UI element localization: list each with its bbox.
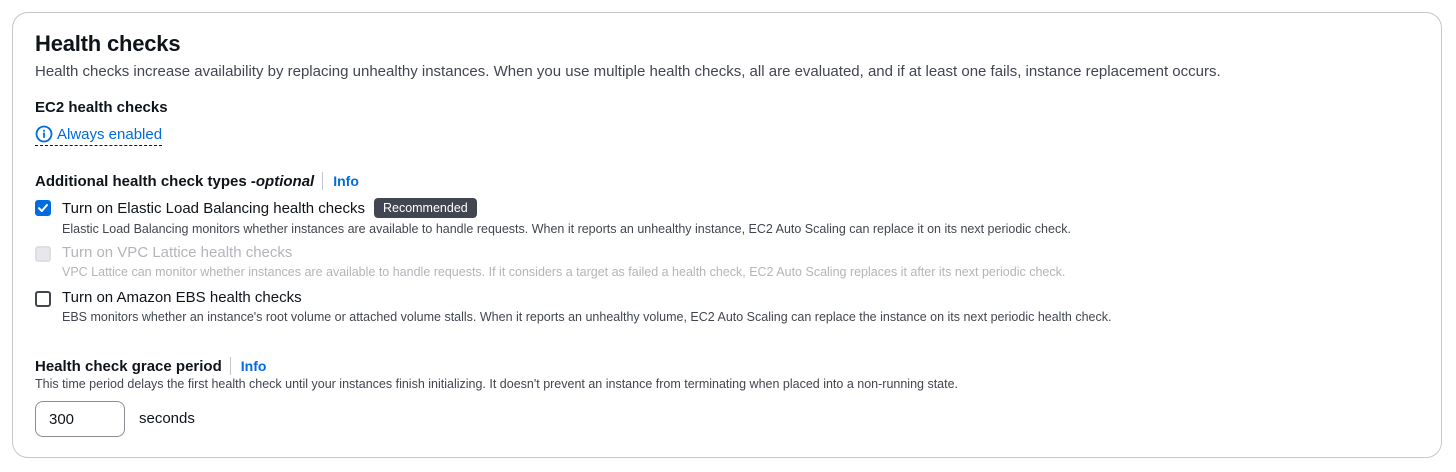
divider xyxy=(322,172,324,190)
vpc-lattice-health-check-description: VPC Lattice can monitor whether instance… xyxy=(62,265,1066,279)
ebs-health-check-label[interactable]: Turn on Amazon EBS health checks xyxy=(62,289,302,306)
elb-health-check-checkbox[interactable] xyxy=(35,200,51,216)
info-circle-icon xyxy=(35,125,53,143)
grace-period-info-link[interactable]: Info xyxy=(241,358,267,374)
grace-period-label: Health check grace period xyxy=(35,357,222,375)
ebs-health-check-checkbox[interactable] xyxy=(35,291,51,307)
recommended-badge: Recommended xyxy=(373,198,477,218)
vpc-lattice-health-check-option: Turn on VPC Lattice health checks VPC La… xyxy=(35,244,1065,279)
optional-label: optional xyxy=(255,172,315,190)
vpc-lattice-health-check-checkbox xyxy=(35,246,51,262)
ebs-health-check-option: Turn on Amazon EBS health checks EBS mon… xyxy=(35,289,1111,324)
grace-period-description: This time period delays the first health… xyxy=(35,377,959,391)
always-enabled-text: Always enabled xyxy=(57,125,163,143)
section-description: Health checks increase availability by r… xyxy=(35,63,1221,80)
section-title: Health checks xyxy=(35,31,181,56)
checkmark-icon xyxy=(38,204,48,212)
elb-health-check-option: Turn on Elastic Load Balancing health ch… xyxy=(35,198,1071,236)
health-checks-panel: Health checks Health checks increase ava… xyxy=(12,12,1442,458)
vpc-lattice-health-check-label: Turn on VPC Lattice health checks xyxy=(62,244,293,261)
divider xyxy=(229,357,231,375)
grace-period-input[interactable] xyxy=(35,401,125,437)
elb-health-check-description: Elastic Load Balancing monitors whether … xyxy=(62,222,1071,236)
additional-info-link[interactable]: Info xyxy=(333,173,359,189)
ebs-health-check-description: EBS monitors whether an instance's root … xyxy=(62,310,1112,324)
additional-types-label: Additional health check types - xyxy=(35,172,256,190)
always-enabled-link[interactable]: Always enabled xyxy=(35,125,163,146)
elb-health-check-label[interactable]: Turn on Elastic Load Balancing health ch… xyxy=(62,200,365,217)
grace-period-heading: Health check grace period Info xyxy=(35,357,266,375)
additional-types-heading: Additional health check types - optional… xyxy=(35,172,359,190)
grace-period-unit: seconds xyxy=(139,410,195,427)
ec2-health-checks-label: EC2 health checks xyxy=(35,99,168,116)
